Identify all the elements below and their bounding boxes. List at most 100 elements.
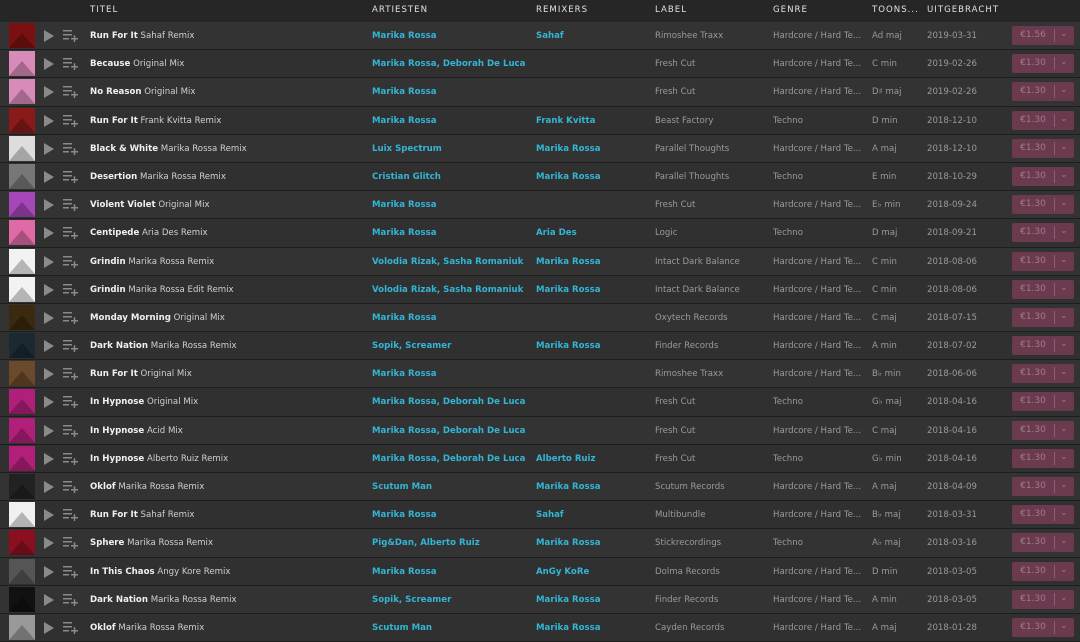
track-artwork[interactable]: [9, 107, 35, 133]
chevron-down-icon[interactable]: ⌄: [1060, 508, 1068, 518]
track-label[interactable]: Rimoshee Traxx: [655, 31, 767, 41]
column-header-label[interactable]: LABEL: [655, 5, 687, 15]
track-genre[interactable]: Hardcore / Hard Te...: [773, 567, 865, 577]
table-row[interactable]: In Hypnose Alberto Ruiz Remix Marika Ros…: [0, 444, 1080, 473]
play-icon[interactable]: [44, 311, 54, 324]
track-genre[interactable]: Techno: [773, 228, 865, 238]
track-artists[interactable]: Marika Rossa: [372, 369, 532, 379]
chevron-down-icon[interactable]: ⌄: [1060, 142, 1068, 152]
play-icon[interactable]: [44, 621, 54, 634]
table-row[interactable]: Because Original Mix Marika Rossa, Debor…: [0, 50, 1080, 79]
column-header-genre[interactable]: GENRE: [773, 5, 808, 15]
track-remixers[interactable]: Marika Rossa: [536, 538, 651, 548]
table-row[interactable]: Oklof Marika Rossa Remix Scutum Man Mari…: [0, 613, 1080, 642]
track-artists[interactable]: Luix Spectrum: [372, 144, 532, 154]
add-to-queue-icon[interactable]: [63, 536, 79, 550]
chevron-down-icon[interactable]: ⌄: [1060, 114, 1068, 124]
chevron-down-icon[interactable]: ⌄: [1060, 452, 1068, 462]
track-remixers[interactable]: Marika Rossa: [536, 595, 651, 605]
chevron-down-icon[interactable]: ⌄: [1060, 29, 1068, 39]
add-to-queue-icon[interactable]: [63, 395, 79, 409]
track-artwork[interactable]: [9, 51, 35, 77]
table-row[interactable]: Oklof Marika Rossa Remix Scutum Man Mari…: [0, 473, 1080, 502]
chevron-down-icon[interactable]: ⌄: [1060, 367, 1068, 377]
buy-price-button[interactable]: €1.30 ⌄: [1012, 589, 1074, 609]
column-header-key[interactable]: TOONS...: [872, 5, 919, 15]
track-artists[interactable]: Scutum Man: [372, 623, 532, 633]
track-remixers[interactable]: Marika Rossa: [536, 144, 651, 154]
track-artists[interactable]: Marika Rossa: [372, 313, 532, 323]
play-icon[interactable]: [44, 509, 54, 522]
track-artists[interactable]: Pig&Dan, Alberto Ruiz: [372, 538, 532, 548]
track-genre[interactable]: Hardcore / Hard Te...: [773, 341, 865, 351]
track-artwork[interactable]: [9, 530, 35, 556]
chevron-down-icon[interactable]: ⌄: [1060, 395, 1068, 405]
track-artists[interactable]: Marika Rossa: [372, 228, 532, 238]
chevron-down-icon[interactable]: ⌄: [1060, 424, 1068, 434]
track-remixers[interactable]: Marika Rossa: [536, 482, 651, 492]
track-artists[interactable]: Marika Rossa, Deborah De Luca: [372, 454, 532, 464]
play-icon[interactable]: [44, 255, 54, 268]
add-to-queue-icon[interactable]: [63, 339, 79, 353]
buy-price-button[interactable]: €1.30 ⌄: [1012, 138, 1074, 158]
buy-price-button[interactable]: €1.56 ⌄: [1012, 26, 1074, 45]
track-title[interactable]: Dark Nation Marika Rossa Remix: [90, 341, 365, 351]
table-row[interactable]: Sphere Marika Rossa Remix Pig&Dan, Alber…: [0, 529, 1080, 558]
track-genre[interactable]: Hardcore / Hard Te...: [773, 426, 865, 436]
table-row[interactable]: Violent Violet Original Mix Marika Rossa…: [0, 191, 1080, 220]
add-to-queue-icon[interactable]: [63, 424, 79, 437]
track-genre[interactable]: Techno: [773, 172, 865, 182]
column-header-title[interactable]: TITEL: [90, 5, 118, 15]
play-icon[interactable]: [44, 283, 54, 296]
track-artists[interactable]: Cristian Glitch: [372, 172, 532, 182]
add-to-queue-icon[interactable]: [63, 452, 79, 465]
track-artwork[interactable]: [9, 502, 35, 528]
track-artists[interactable]: Marika Rossa, Deborah De Luca: [372, 59, 532, 69]
track-title[interactable]: Centipede Aria Des Remix: [90, 228, 365, 238]
track-title[interactable]: Grindin Marika Rossa Remix: [90, 257, 365, 267]
track-title[interactable]: In Hypnose Alberto Ruiz Remix: [90, 454, 365, 464]
add-to-queue-icon[interactable]: [63, 565, 79, 578]
table-row[interactable]: Monday Morning Original Mix Marika Rossa…: [0, 303, 1080, 333]
track-artists[interactable]: Marika Rossa: [372, 31, 532, 41]
track-title[interactable]: In Hypnose Acid Mix: [90, 426, 365, 436]
table-row[interactable]: Run For It Frank Kvitta Remix Marika Ros…: [0, 106, 1080, 135]
table-row[interactable]: Black & White Marika Rossa Remix Luix Sp…: [0, 134, 1080, 163]
play-icon[interactable]: [44, 537, 54, 550]
play-icon[interactable]: [44, 424, 54, 437]
track-artists[interactable]: Marika Rossa: [372, 567, 532, 577]
track-title[interactable]: No Reason Original Mix: [90, 87, 365, 97]
add-to-queue-icon[interactable]: [63, 311, 79, 324]
table-row[interactable]: Run For It Sahaf Remix Marika Rossa Saha…: [0, 501, 1080, 530]
track-title[interactable]: Black & White Marika Rossa Remix: [90, 144, 365, 154]
track-label[interactable]: Rimoshee Traxx: [655, 369, 767, 379]
track-label[interactable]: Parallel Thoughts: [655, 144, 767, 154]
add-to-queue-icon[interactable]: [63, 226, 79, 240]
table-row[interactable]: Desertion Marika Rossa Remix Cristian Gl…: [0, 162, 1080, 192]
track-label[interactable]: Intact Dark Balance: [655, 285, 767, 295]
track-artwork[interactable]: [9, 163, 35, 189]
chevron-down-icon[interactable]: ⌄: [1060, 593, 1068, 603]
track-label[interactable]: Fresh Cut: [655, 200, 767, 210]
column-header-released[interactable]: UITGEBRACHT: [927, 5, 999, 15]
track-artwork[interactable]: [9, 389, 35, 415]
track-title[interactable]: Oklof Marika Rossa Remix: [90, 482, 365, 492]
track-remixers[interactable]: AnGy KoRe: [536, 567, 651, 577]
table-row[interactable]: In Hypnose Original Mix Marika Rossa, De…: [0, 388, 1080, 417]
track-title[interactable]: Monday Morning Original Mix: [90, 313, 365, 323]
track-artists[interactable]: Volodia Rizak, Sasha Romaniuk: [372, 285, 532, 295]
buy-price-button[interactable]: €1.30 ⌄: [1012, 279, 1074, 299]
play-icon[interactable]: [44, 142, 54, 155]
track-genre[interactable]: Hardcore / Hard Te...: [773, 369, 865, 379]
chevron-down-icon[interactable]: ⌄: [1060, 198, 1068, 208]
add-to-queue-icon[interactable]: [63, 198, 79, 212]
buy-price-button[interactable]: €1.30 ⌄: [1012, 195, 1074, 215]
track-title[interactable]: Because Original Mix: [90, 59, 365, 69]
table-row[interactable]: In Hypnose Acid Mix Marika Rossa, Debora…: [0, 416, 1080, 445]
track-artists[interactable]: Sopik, Screamer: [372, 341, 532, 351]
track-remixers[interactable]: Marika Rossa: [536, 623, 651, 633]
track-title[interactable]: Violent Violet Original Mix: [90, 200, 365, 210]
play-icon[interactable]: [44, 481, 54, 493]
track-genre[interactable]: Hardcore / Hard Te...: [773, 482, 865, 492]
track-artists[interactable]: Volodia Rizak, Sasha Romaniuk: [372, 257, 532, 267]
